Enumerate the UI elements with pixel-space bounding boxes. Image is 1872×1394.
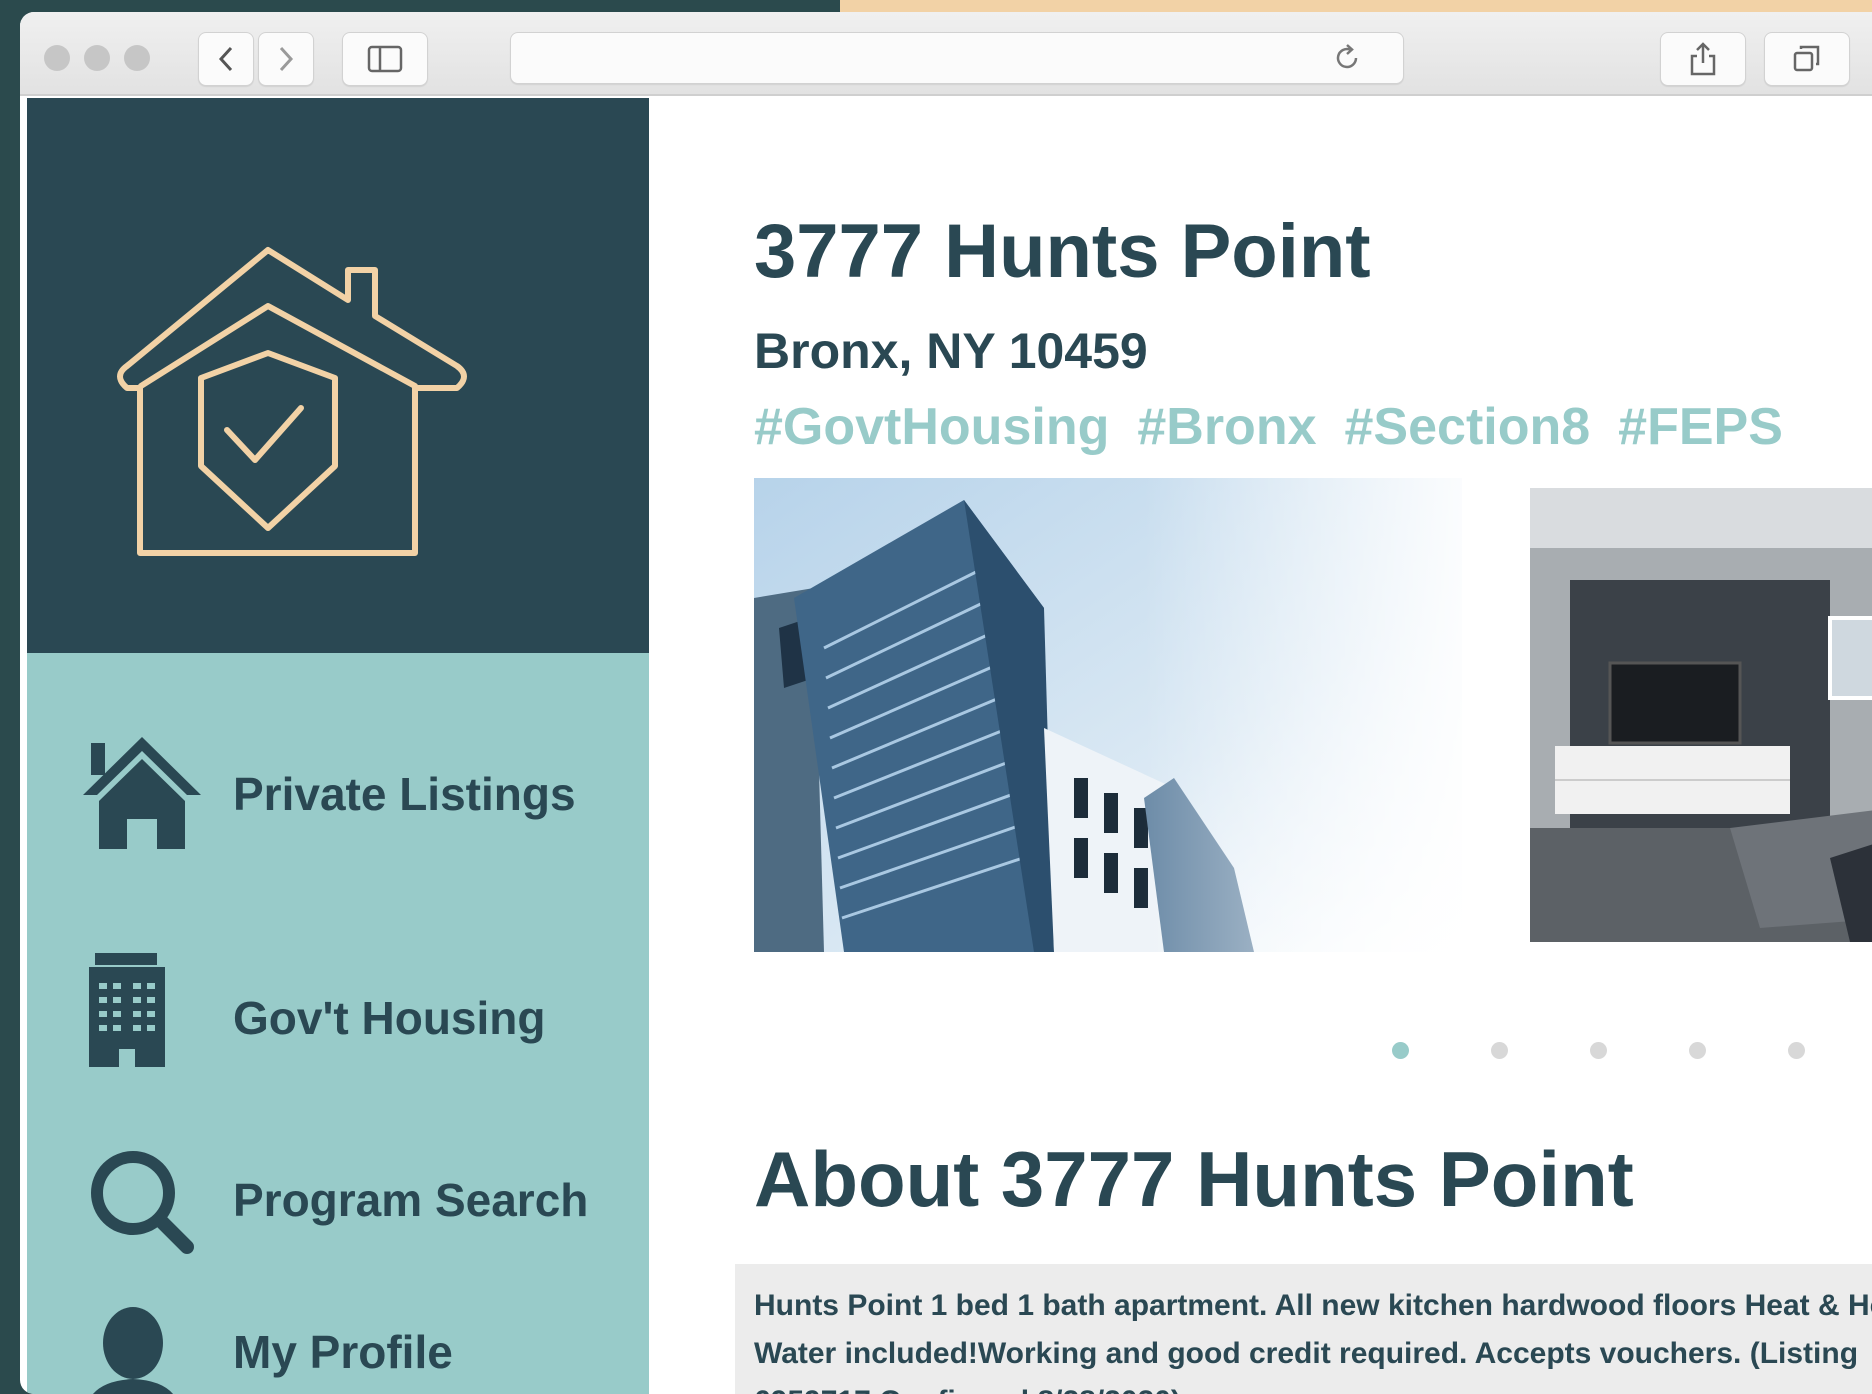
carousel-dot[interactable] bbox=[1491, 1042, 1508, 1059]
browser-toolbar bbox=[20, 12, 1872, 96]
listing-tags: #GovtHousing #Bronx #Section8 #FEPS bbox=[754, 397, 1811, 457]
back-button[interactable] bbox=[198, 32, 254, 86]
search-icon bbox=[91, 1151, 194, 1254]
forward-icon bbox=[279, 46, 294, 72]
share-icon bbox=[1690, 42, 1716, 76]
user-icon bbox=[93, 1307, 173, 1394]
reload-icon[interactable] bbox=[1331, 42, 1363, 74]
nav-label: Gov't Housing bbox=[233, 992, 546, 1044]
close-window-button[interactable] bbox=[44, 45, 70, 71]
carousel-dot[interactable] bbox=[1392, 1042, 1409, 1059]
building-photo bbox=[754, 478, 1462, 952]
share-button[interactable] bbox=[1660, 32, 1746, 86]
carousel-dot[interactable] bbox=[1788, 1042, 1805, 1059]
building-icon bbox=[89, 953, 165, 1067]
sidebar-nav: Private Listings Gov't Housing Program S… bbox=[27, 653, 649, 1394]
carousel-photo-building[interactable] bbox=[754, 478, 1462, 952]
sidebar-toggle-icon bbox=[367, 45, 403, 73]
tag-link[interactable]: #GovtHousing bbox=[754, 398, 1109, 456]
sidebar-toggle-button[interactable] bbox=[342, 32, 428, 86]
tag-link[interactable]: #Bronx bbox=[1137, 398, 1316, 456]
house-icon bbox=[83, 737, 201, 849]
nav-item-private-listings[interactable]: Private Listings bbox=[27, 733, 649, 853]
tag-link[interactable]: #FEPS bbox=[1618, 398, 1783, 456]
living-room-photo bbox=[1530, 488, 1872, 942]
nav-item-govt-housing[interactable]: Gov't Housing bbox=[27, 953, 649, 1073]
carousel-dot[interactable] bbox=[1590, 1042, 1607, 1059]
minimize-window-button[interactable] bbox=[84, 45, 110, 71]
nav-label: My Profile bbox=[233, 1326, 453, 1378]
listing-address: Bronx, NY 10459 bbox=[754, 323, 1148, 379]
listing-title: 3777 Hunts Point bbox=[754, 209, 1371, 294]
about-heading: About 3777 Hunts Point bbox=[754, 1135, 1634, 1223]
forward-button[interactable] bbox=[258, 32, 314, 86]
carousel-dot[interactable] bbox=[1689, 1042, 1706, 1059]
nav-label: Program Search bbox=[233, 1174, 589, 1226]
carousel-photo-living-room[interactable] bbox=[1530, 488, 1872, 942]
house-shield-check-icon[interactable] bbox=[105, 208, 485, 558]
nav-item-my-profile[interactable]: My Profile bbox=[27, 1307, 649, 1394]
listing-description: Hunts Point 1 bed 1 bath apartment. All … bbox=[754, 1289, 1872, 1394]
tag-link[interactable]: #Section8 bbox=[1345, 398, 1591, 456]
nav-item-program-search[interactable]: Program Search bbox=[27, 1151, 649, 1273]
sidebar-logo-panel bbox=[27, 98, 649, 653]
tabs-button[interactable] bbox=[1764, 32, 1850, 86]
description-panel: Hunts Point 1 bed 1 bath apartment. All … bbox=[735, 1264, 1872, 1394]
address-bar[interactable] bbox=[510, 32, 1404, 84]
tabs-icon bbox=[1793, 45, 1820, 72]
browser-window: Private Listings Gov't Housing Program S… bbox=[20, 12, 1872, 1394]
back-icon bbox=[218, 46, 233, 72]
nav-label: Private Listings bbox=[233, 768, 576, 820]
zoom-window-button[interactable] bbox=[124, 45, 150, 71]
